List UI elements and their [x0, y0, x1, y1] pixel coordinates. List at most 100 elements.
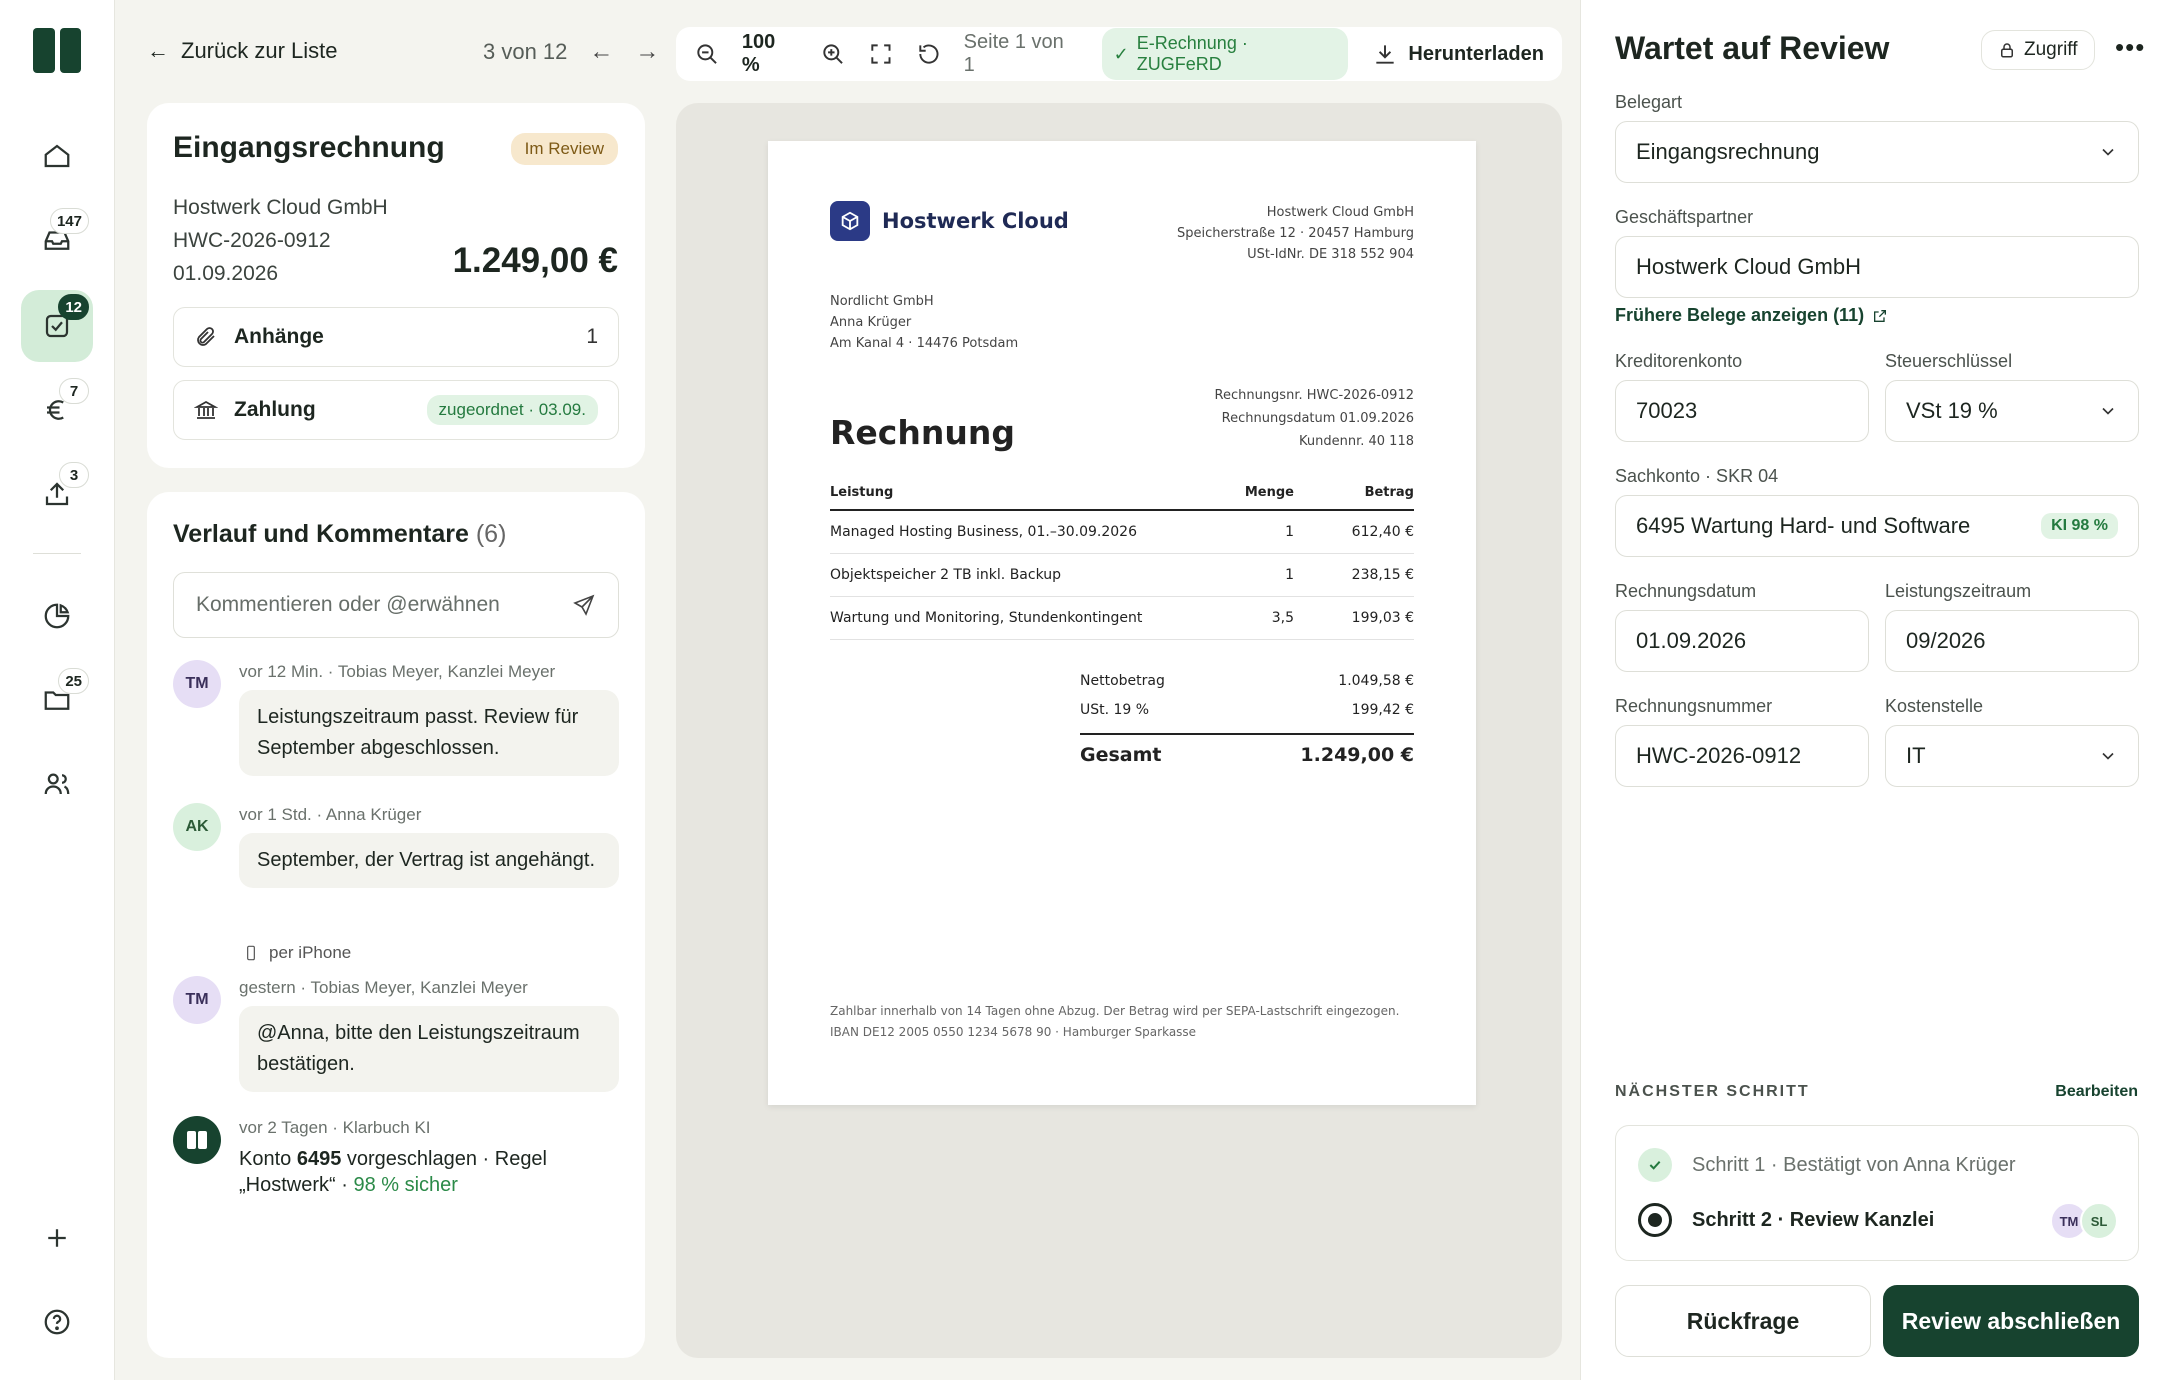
- check-circle-icon: [1638, 1148, 1672, 1182]
- avatar: AK: [173, 803, 221, 851]
- vat-value: 199,42 €: [1351, 702, 1414, 718]
- row-item: Objektspeicher 2 TB inkl. Backup: [830, 553, 1224, 597]
- phone-icon: [247, 945, 255, 961]
- doc-type-select[interactable]: Eingangsrechnung: [1615, 121, 2139, 183]
- pie-chart-icon[interactable]: [21, 580, 93, 652]
- sender-line: USt-IdNr. DE 318 552 904: [1247, 247, 1414, 262]
- avatar: TM: [173, 660, 221, 708]
- previous-record-icon[interactable]: ←: [589, 38, 613, 66]
- cost-center-select[interactable]: IT: [1885, 725, 2139, 787]
- net-value: 1.049,58 €: [1338, 673, 1414, 689]
- euro-icon[interactable]: 7: [21, 374, 93, 446]
- doc-type-label: Belegart: [1615, 92, 1683, 112]
- doc-type-value: Eingangsrechnung: [1636, 139, 1820, 164]
- review-icon[interactable]: 12: [21, 290, 93, 362]
- rail-divider: [33, 553, 81, 554]
- vat-line: USt. 19 % 199,42 €: [1080, 696, 1414, 725]
- cube-icon: [830, 201, 870, 241]
- row-amount: 612,40 €: [1294, 510, 1414, 554]
- comment-text: @Anna, bitte den Leistungszeitraum bestä…: [239, 1006, 619, 1092]
- fullscreen-icon[interactable]: [868, 41, 894, 67]
- invoice-partner: Hostwerk Cloud GmbH: [173, 196, 388, 219]
- invoice-number-field[interactable]: HWC-2026-0912: [1615, 725, 1869, 787]
- row-item: Managed Hosting Business, 01.–30.09.2026: [830, 510, 1224, 554]
- ledger-account-value: 6495 Wartung Hard- und Software: [1636, 513, 1971, 538]
- creditor-field[interactable]: 70023: [1615, 380, 1869, 442]
- complete-review-button[interactable]: Review abschließen: [1883, 1285, 2139, 1357]
- home-icon[interactable]: [21, 120, 93, 192]
- reference-line: Rechnungsnr. HWC-2026-0912: [1214, 388, 1415, 403]
- row-amount: 238,15 €: [1294, 553, 1414, 597]
- ai-suggested-account: 6495: [296, 1148, 342, 1170]
- edit-workflow-link[interactable]: Bearbeiten: [2055, 1083, 2138, 1101]
- status-badge: Im Review: [510, 133, 618, 165]
- more-options-icon[interactable]: •••: [2115, 32, 2145, 63]
- attachments-row[interactable]: Anhänge 1: [173, 307, 619, 367]
- attachments-count: 1: [586, 325, 598, 348]
- document-viewer[interactable]: Hostwerk Cloud Hostwerk Cloud GmbH Speic…: [676, 103, 1562, 1358]
- comment-input[interactable]: Kommentieren oder @erwähnen: [173, 572, 619, 638]
- folder-icon[interactable]: 25: [21, 664, 93, 736]
- access-label: Zugriff: [2024, 39, 2078, 60]
- rotate-icon[interactable]: [916, 41, 942, 67]
- ai-text-part: Konto: [239, 1148, 297, 1170]
- previous-documents-link[interactable]: Frühere Belege anzeigen (11): [1615, 305, 1888, 326]
- review-count-badge: 12: [58, 294, 89, 320]
- sender-address: Hostwerk Cloud GmbH Speicherstraße 12 · …: [1177, 202, 1414, 265]
- tax-key-select[interactable]: VSt 19 %: [1885, 380, 2139, 442]
- document-heading: Rechnung: [830, 413, 1015, 452]
- invoice-date-value: 01.09.2026: [1636, 628, 1747, 653]
- external-link-icon: [1874, 309, 1887, 322]
- help-icon[interactable]: [21, 1286, 93, 1358]
- sender-line: Hostwerk Cloud GmbH: [1266, 205, 1414, 220]
- export-icon[interactable]: 3: [21, 458, 93, 530]
- send-icon[interactable]: [572, 593, 596, 617]
- zoom-level[interactable]: 100 %: [742, 31, 798, 77]
- invoice-date-field[interactable]: 01.09.2026: [1615, 610, 1869, 672]
- payments-count-badge: 7: [59, 378, 89, 404]
- ledger-account-field[interactable]: 6495 Wartung Hard- und Software KI 98 %: [1615, 495, 2139, 557]
- cost-center-label: Kostenstelle: [1885, 696, 1984, 716]
- invoice-number: HWC-2026-0912: [173, 229, 331, 252]
- next-record-icon[interactable]: →: [635, 38, 659, 66]
- step-1-label: Schritt 1 · Bestätigt von Anna Krüger: [1692, 1153, 2016, 1176]
- line-items-table: Leistung Menge Betrag Managed Hosting Bu…: [830, 481, 1414, 640]
- service-period-label: Leistungszeitraum: [1885, 581, 2032, 601]
- service-period-field[interactable]: 09/2026: [1885, 610, 2139, 672]
- back-to-list-link[interactable]: ← Zurück zur Liste: [147, 38, 338, 64]
- users-icon[interactable]: [21, 748, 93, 820]
- column-header: Menge: [1224, 481, 1294, 511]
- payment-row[interactable]: Zahlung zugeordnet · 03.09.: [173, 380, 619, 440]
- chevron-down-icon: [2102, 752, 2114, 760]
- payment-status-badge: zugeordnet · 03.09.: [426, 395, 598, 425]
- history-title-text: Verlauf und Kommentare: [173, 520, 469, 548]
- zoom-in-icon[interactable]: [820, 41, 846, 67]
- invoice-type-title: Eingangsrechnung: [173, 131, 445, 164]
- paperclip-icon: [197, 327, 215, 346]
- partner-field[interactable]: Hostwerk Cloud GmbH: [1615, 236, 2139, 298]
- current-step-icon: [1638, 1203, 1672, 1237]
- invoice-date: 01.09.2026: [173, 262, 279, 285]
- row-item: Wartung und Monitoring, Stundenkontingen…: [830, 596, 1224, 640]
- reference-line: Rechnungsdatum 01.09.2026: [1221, 411, 1414, 426]
- invoice-number-label: Rechnungsnummer: [1615, 696, 1773, 716]
- creditor-value: 70023: [1636, 398, 1698, 423]
- column-header: Betrag: [1294, 481, 1414, 511]
- viewer-toolbar: 100 % Seite 1 von 1 ✓ E-Rechnung · ZUGFe…: [676, 27, 1562, 81]
- comment-source: per iPhone: [243, 943, 351, 963]
- inbox-icon[interactable]: 147: [21, 204, 93, 276]
- download-button[interactable]: Herunterladen: [1372, 41, 1544, 67]
- access-button[interactable]: Zugriff: [1981, 30, 2095, 70]
- app-logo[interactable]: [33, 28, 81, 73]
- comment-input-placeholder: Kommentieren oder @erwähnen: [196, 593, 500, 616]
- row-qty: 1: [1224, 510, 1294, 554]
- query-button[interactable]: Rückfrage: [1615, 1285, 1871, 1357]
- creditor-label: Kreditorenkonto: [1615, 351, 1743, 371]
- net-label: Nettobetrag: [1080, 673, 1165, 689]
- ai-confidence-badge: KI 98 %: [2041, 513, 2118, 539]
- history-title: Verlauf und Kommentare (6): [173, 520, 506, 549]
- zoom-out-icon[interactable]: [694, 41, 720, 67]
- einvoice-badge: ✓ E-Rechnung · ZUGFeRD: [1101, 28, 1349, 80]
- plus-icon[interactable]: [21, 1202, 93, 1274]
- step-assignees: TM SL: [2050, 1202, 2118, 1240]
